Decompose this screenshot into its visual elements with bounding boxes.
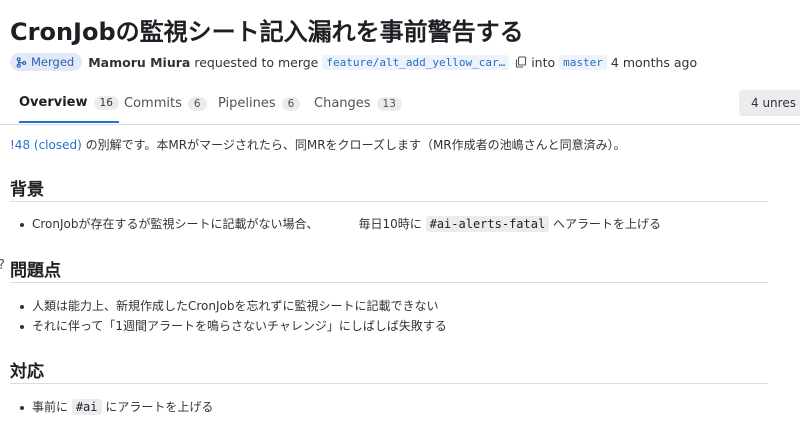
requested-text: requested to merge bbox=[194, 54, 319, 70]
tab-pipelines-count: 6 bbox=[281, 96, 301, 111]
tab-pipelines-label: Pipelines bbox=[218, 96, 276, 111]
background-list: CronJobが存在するが監視シートに記載がない場合、 毎日10時に #ai-al… bbox=[18, 214, 661, 234]
tab-changes[interactable]: Changes 13 bbox=[314, 84, 402, 123]
source-branch[interactable]: feature/alt_add_yellow_car… bbox=[322, 54, 510, 70]
into-text: into bbox=[531, 54, 556, 70]
tab-commits[interactable]: Commits 6 bbox=[124, 84, 207, 123]
status-badge: Merged bbox=[10, 53, 83, 71]
unresolved-threads-button[interactable]: 4 unres bbox=[739, 90, 800, 116]
list-item: CronJobが存在するが監視シートに記載がない場合、 毎日10時に #ai-al… bbox=[18, 214, 661, 234]
tab-changes-label: Changes bbox=[314, 96, 371, 111]
status-badge-label: Merged bbox=[31, 55, 75, 69]
merge-icon bbox=[16, 56, 27, 68]
author-link[interactable]: Mamoru Miura bbox=[88, 55, 190, 70]
mr-tabs: Overview 16 Commits 6 Pipelines 6 Change… bbox=[0, 84, 800, 125]
related-mr-link[interactable]: !48 (closed) bbox=[10, 138, 82, 152]
channel-code: #ai-alerts-fatal bbox=[425, 216, 550, 232]
tab-overview-label: Overview bbox=[19, 95, 88, 110]
divider bbox=[10, 383, 768, 384]
tab-overview-count: 16 bbox=[93, 95, 119, 110]
tab-commits-count: 6 bbox=[187, 96, 207, 111]
page-title: CronJobの監視シート記入漏れを事前警告する bbox=[10, 18, 524, 46]
section-heading-response: 対応 bbox=[10, 362, 44, 382]
problems-list: 人類は能力上、新規作成したCronJobを忘れずに監視シートに記載できない それ… bbox=[18, 296, 447, 336]
tab-commits-label: Commits bbox=[124, 96, 182, 111]
response-list: 事前に #ai にアラートを上げる bbox=[18, 397, 213, 417]
list-item-text: 事前に bbox=[32, 400, 72, 414]
list-item: それに伴って「1週間アラートを鳴らさないチャレンジ」にしばしば失敗する bbox=[18, 316, 447, 336]
list-item: 事前に #ai にアラートを上げる bbox=[18, 397, 213, 417]
target-branch[interactable]: master bbox=[559, 54, 607, 70]
list-item-text: CronJobが存在するが監視シートに記載がない場合、 bbox=[32, 217, 319, 231]
intro-text: の別解です。本MRがマージされたら、同MRをクローズします（MR作成者の池嶋さん… bbox=[81, 138, 626, 152]
channel-code: #ai bbox=[71, 399, 102, 415]
list-item: 人類は能力上、新規作成したCronJobを忘れずに監視シートに記載できない bbox=[18, 296, 447, 316]
divider bbox=[10, 282, 768, 283]
section-heading-problems: 問題点 bbox=[10, 261, 61, 281]
tab-overview[interactable]: Overview 16 bbox=[19, 84, 119, 123]
list-item-text: 毎日10時に bbox=[358, 217, 426, 231]
section-heading-background: 背景 bbox=[10, 180, 44, 200]
mr-meta: Merged Mamoru Miura requested to merge f… bbox=[10, 51, 697, 73]
link-anchor-icon[interactable]: ? bbox=[0, 258, 5, 273]
list-item-text: へアラートを上げる bbox=[549, 217, 662, 231]
list-item-text: にアラートを上げる bbox=[101, 400, 214, 414]
tab-pipelines[interactable]: Pipelines 6 bbox=[218, 84, 301, 123]
copy-icon[interactable] bbox=[515, 56, 527, 68]
divider bbox=[10, 201, 768, 202]
description-intro: !48 (closed) の別解です。本MRがマージされたら、同MRをクローズし… bbox=[10, 136, 626, 153]
time-ago: 4 months ago bbox=[610, 54, 698, 70]
tab-changes-count: 13 bbox=[376, 96, 402, 111]
